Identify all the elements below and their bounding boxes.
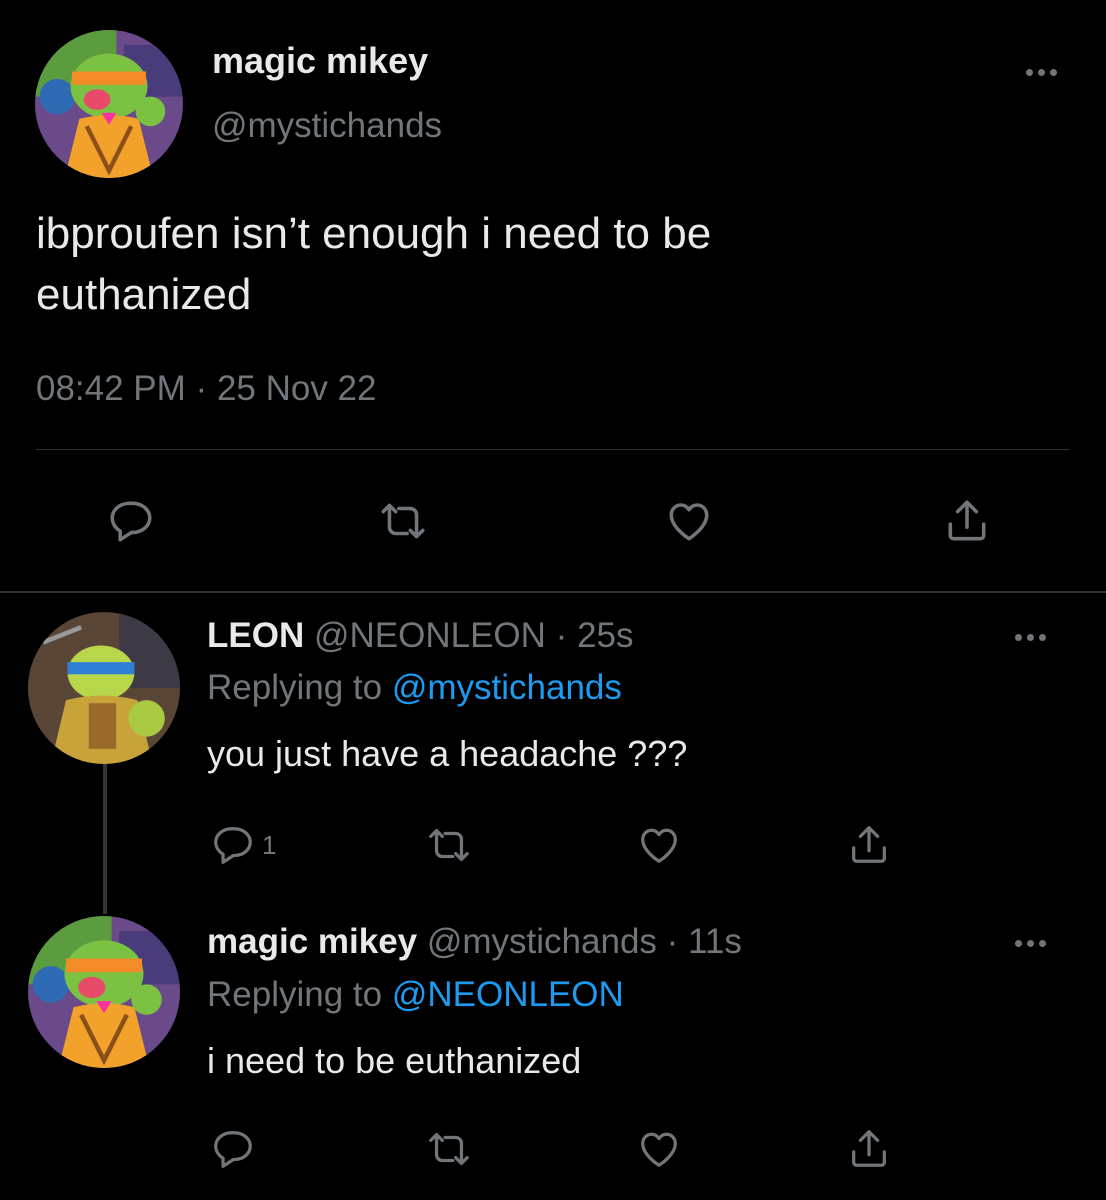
replying-prefix: Replying to bbox=[207, 668, 383, 707]
reply-header: magic mikey @mystichands · 11s bbox=[207, 922, 742, 962]
reply-display-name[interactable]: LEON bbox=[207, 616, 304, 655]
share-button[interactable] bbox=[846, 822, 892, 868]
tweet-time: 08:42 PM bbox=[36, 369, 186, 408]
divider bbox=[36, 449, 1070, 450]
reply-icon bbox=[210, 822, 256, 868]
reply-handle[interactable]: @NEONLEON bbox=[314, 616, 546, 655]
like-icon bbox=[636, 822, 682, 868]
reply-display-name[interactable]: magic mikey bbox=[207, 922, 417, 961]
header-separator: · bbox=[666, 922, 679, 961]
retweet-button[interactable] bbox=[426, 1126, 472, 1172]
reply-count: 1 bbox=[262, 829, 277, 860]
replying-to: Replying to @mystichands bbox=[207, 668, 622, 708]
like-icon bbox=[664, 496, 714, 546]
reply-icon bbox=[106, 496, 156, 546]
reply-header: LEON @NEONLEON · 25s bbox=[207, 616, 634, 656]
retweet-button[interactable] bbox=[378, 496, 428, 546]
avatar-image bbox=[28, 612, 180, 764]
avatar-image bbox=[28, 916, 180, 1068]
retweet-icon bbox=[426, 822, 472, 868]
divider bbox=[0, 591, 1106, 593]
share-button[interactable] bbox=[942, 496, 992, 546]
more-button[interactable] bbox=[1015, 634, 1046, 641]
reply-age[interactable]: 25s bbox=[577, 616, 633, 655]
main-handle[interactable]: @mystichands bbox=[212, 106, 442, 146]
retweet-button[interactable] bbox=[426, 822, 472, 868]
reply-button[interactable] bbox=[210, 1126, 256, 1172]
share-icon bbox=[846, 1126, 892, 1172]
like-button[interactable] bbox=[636, 1126, 682, 1172]
replying-handle-link[interactable]: @NEONLEON bbox=[392, 975, 624, 1014]
replying-prefix: Replying to bbox=[207, 975, 383, 1014]
like-button[interactable] bbox=[664, 496, 714, 546]
avatar-leon[interactable] bbox=[28, 612, 180, 764]
more-icon bbox=[1026, 69, 1033, 76]
tweet-date: 25 Nov 22 bbox=[216, 369, 377, 408]
more-button[interactable] bbox=[1026, 69, 1057, 76]
timestamp-separator: · bbox=[195, 369, 208, 408]
like-icon bbox=[636, 1126, 682, 1172]
share-icon bbox=[942, 496, 992, 546]
reply-text: i need to be euthanized bbox=[207, 1040, 582, 1081]
reply-age[interactable]: 11s bbox=[688, 922, 742, 961]
main-tweet-text: ibproufen isn’t enough i need to be euth… bbox=[36, 209, 712, 319]
replying-to: Replying to @NEONLEON bbox=[207, 975, 624, 1015]
reply-handle[interactable]: @mystichands bbox=[427, 922, 657, 961]
replying-handle-link[interactable]: @mystichands bbox=[392, 668, 622, 707]
thread-line bbox=[103, 762, 107, 914]
header-separator: · bbox=[555, 616, 568, 655]
reply-icon bbox=[210, 1126, 256, 1172]
more-button[interactable] bbox=[1015, 940, 1046, 947]
more-icon bbox=[1015, 634, 1022, 641]
more-icon bbox=[1015, 940, 1022, 947]
avatar-magic-mikey[interactable] bbox=[28, 916, 180, 1068]
avatar-image bbox=[35, 30, 183, 178]
avatar-magic-mikey[interactable] bbox=[35, 30, 183, 178]
reply-button[interactable] bbox=[106, 496, 156, 546]
tweet-timestamp[interactable]: 08:42 PM · 25 Nov 22 bbox=[36, 369, 377, 409]
like-button[interactable] bbox=[636, 822, 682, 868]
main-display-name[interactable]: magic mikey bbox=[212, 40, 428, 82]
reply-button[interactable]: 1 bbox=[210, 822, 276, 868]
share-button[interactable] bbox=[846, 1126, 892, 1172]
share-icon bbox=[846, 822, 892, 868]
retweet-icon bbox=[378, 496, 428, 546]
reply-text: you just have a headache ??? bbox=[207, 733, 688, 774]
retweet-icon bbox=[426, 1126, 472, 1172]
